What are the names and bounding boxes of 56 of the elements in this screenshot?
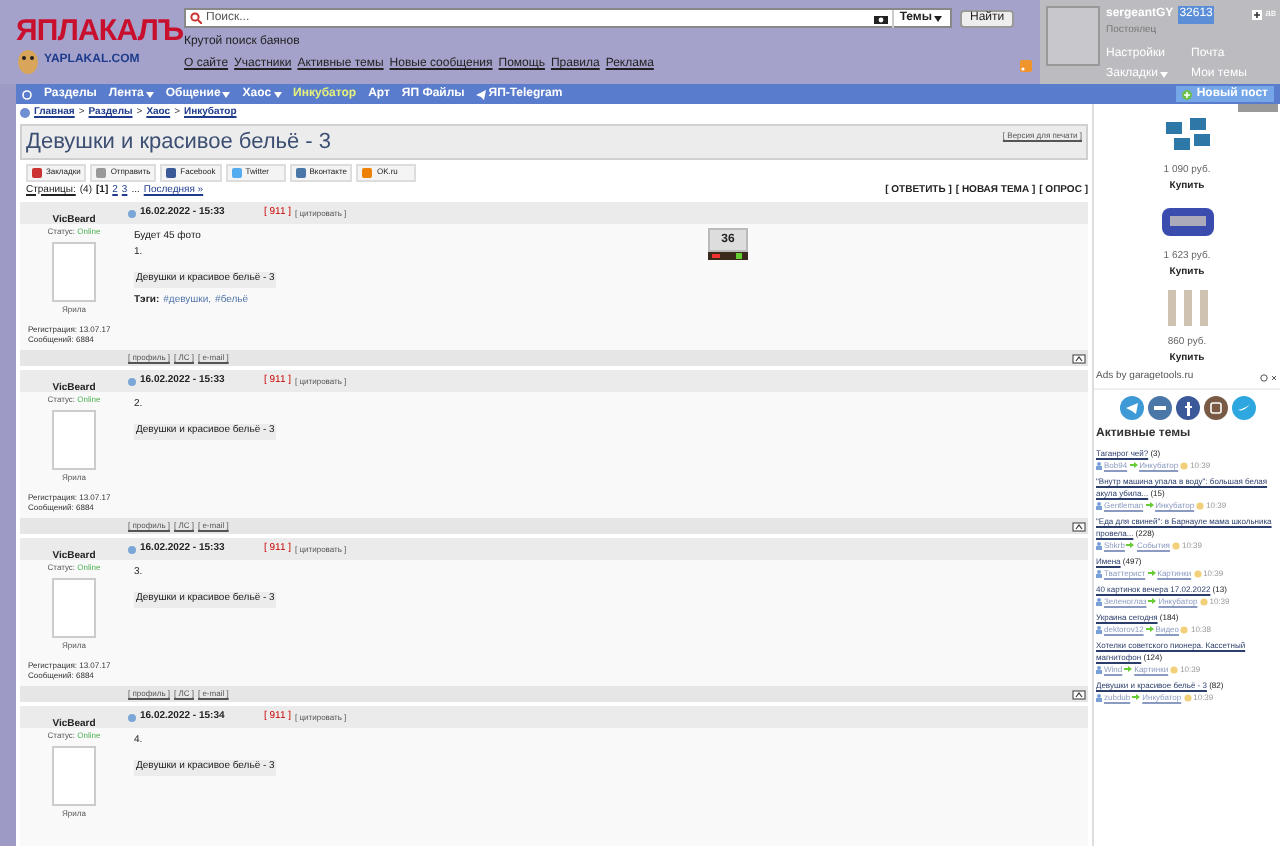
topic-title: Девушки и красивое бельё - 3 [26,127,332,157]
scroll-up-icon[interactable] [1072,353,1086,363]
clock-icon [1170,665,1179,673]
user-icon [1096,541,1102,549]
post-icon [128,377,136,385]
clock-icon [1199,597,1208,605]
ad-label-icon [1238,104,1278,112]
arrow-icon [1132,694,1141,700]
avatar-placeholder [1046,6,1100,66]
plus-square-icon[interactable] [1251,10,1262,20]
avatar-placeholder [52,578,96,638]
caret-icon [222,91,231,97]
post-icon [128,545,136,553]
user-icon [1096,665,1102,673]
caret-icon [145,91,154,97]
user-icon [1096,597,1102,605]
caret-icon [1159,71,1168,77]
dog-icon [16,46,40,74]
clock-icon [1196,501,1205,509]
arrow-icon [1129,462,1138,468]
caret-icon [273,91,282,97]
post-icon [128,209,136,217]
clock-icon [1171,541,1180,549]
close-icon[interactable] [1270,373,1278,382]
clock-icon [1183,693,1192,701]
arrow-icon [1126,542,1135,548]
avatar-placeholder [52,746,96,806]
clock-icon [1180,625,1189,633]
arrow-icon [1124,666,1133,672]
plus-icon [1182,89,1193,99]
camera-icon[interactable] [1203,395,1227,419]
avatar-placeholder [52,410,96,470]
arrow-icon [1145,626,1154,632]
caret-icon [934,15,942,21]
clock-icon [1180,461,1189,469]
avatar-placeholder [52,242,96,302]
clock-icon [1193,569,1202,577]
home-icon[interactable] [22,89,32,99]
user-icon [1096,461,1102,469]
globe-icon [20,108,30,119]
camera-icon [873,13,888,23]
user-icon [1096,625,1102,633]
user-icon [1096,569,1102,577]
arrow-icon [1145,502,1154,508]
search-icon [190,12,202,24]
info-icon [1260,373,1268,382]
arrow-icon [1148,598,1157,604]
post-icon [128,713,136,721]
letter-f-icon[interactable] [1175,395,1199,419]
scroll-up-icon[interactable] [1072,521,1086,531]
scroll-up-icon[interactable] [1072,689,1086,699]
user-icon [1096,693,1102,701]
arrow-icon [1147,570,1156,576]
user-icon [1096,501,1102,509]
paper-plane-icon [476,89,487,99]
paper-plane-icon[interactable] [1119,395,1143,419]
